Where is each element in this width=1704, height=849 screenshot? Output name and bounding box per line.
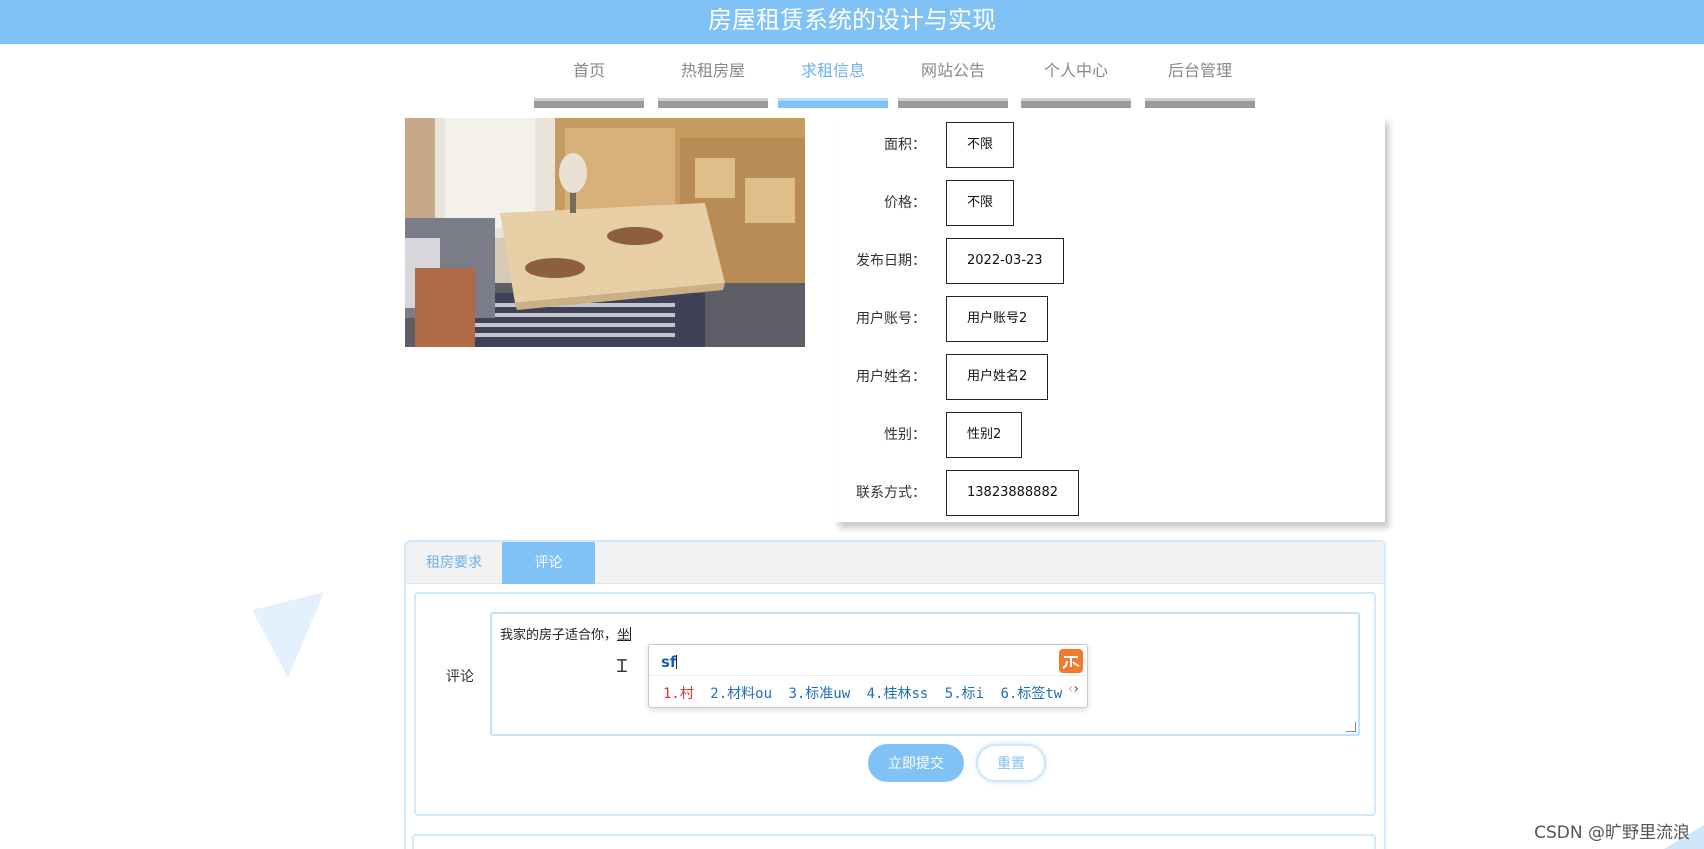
submit-button[interactable]: 立即提交: [868, 744, 964, 782]
ime-next-page-icon[interactable]: ›: [1073, 681, 1079, 697]
main-nav: 首页 热租房屋 求租信息 网站公告 个人中心 后台管理: [0, 56, 1704, 108]
field-user-account: 用户账号： 用户账号2: [835, 296, 1385, 342]
ime-divider: [649, 675, 1087, 676]
nav-item-label: 求租信息: [800, 61, 865, 80]
nav-item-underline: [898, 98, 1008, 108]
nav-item-admin[interactable]: 后台管理: [1145, 56, 1255, 108]
decorative-triangle-icon: [252, 592, 324, 678]
ime-cursor: [676, 655, 678, 669]
nav-item-label: 后台管理: [1167, 61, 1232, 80]
ime-candidate[interactable]: 6.标签tw: [1001, 686, 1063, 702]
nav-item-underline: [778, 98, 888, 108]
field-label: 价格：: [884, 195, 926, 211]
nav-item-underline: [1145, 98, 1255, 108]
nav-item-label: 热租房屋: [680, 61, 745, 80]
ime-candidate[interactable]: 1.村: [663, 686, 694, 702]
resize-handle-icon[interactable]: [1346, 722, 1356, 732]
reset-button[interactable]: 重置: [976, 744, 1046, 782]
field-value: 不限: [946, 180, 1015, 226]
nav-item-profile[interactable]: 个人中心: [1021, 56, 1131, 108]
listing-info-panel: 面积： 不限 价格： 不限 发布日期： 2022-03-23 用户账号： 用户账…: [835, 116, 1385, 522]
watermark: CSDN @旷野里流浪: [1534, 823, 1690, 843]
nav-item-underline: [658, 98, 768, 108]
tab-bar: 租房要求 评论: [406, 542, 1384, 584]
field-label: 性别：: [884, 427, 926, 443]
nav-item-label: 网站公告: [920, 61, 985, 80]
field-label: 联系方式：: [856, 485, 926, 501]
field-label: 用户账号：: [856, 311, 926, 327]
field-contact: 联系方式： 13823888882: [835, 470, 1385, 516]
nav-item-underline: [1021, 98, 1131, 108]
tab-comment[interactable]: 评论: [502, 542, 595, 584]
nav-item-rent-requests[interactable]: 求租信息: [778, 56, 888, 108]
field-price: 价格： 不限: [835, 180, 1385, 226]
field-value: 性别2: [946, 412, 1023, 458]
field-user-name: 用户姓名： 用户姓名2: [835, 354, 1385, 400]
nav-item-announcements[interactable]: 网站公告: [898, 56, 1008, 108]
field-label: 面积：: [884, 137, 926, 153]
text-cursor: [630, 627, 632, 641]
comment-text: 我家的房子适合你，: [500, 628, 618, 643]
comment-composing-text: 坐: [617, 628, 631, 643]
nav-item-label: 首页: [572, 61, 605, 80]
ime-candidate-popup: sf 1.村 2.材料ou 3.标准uw 4.桂林ss 5.标i 6.标签tw …: [648, 644, 1088, 708]
field-value: 13823888882: [946, 470, 1079, 516]
ibeam-cursor-icon: Ɪ: [617, 656, 628, 677]
next-section-card: [412, 834, 1376, 849]
ime-candidate[interactable]: 2.材料ou: [710, 686, 772, 702]
field-value: 用户姓名2: [946, 354, 1049, 400]
ime-candidate[interactable]: 4.桂林ss: [867, 686, 929, 702]
field-label: 发布日期：: [856, 253, 926, 269]
ime-logo-icon[interactable]: [1059, 649, 1083, 673]
site-title: 房屋租赁系统的设计与实现: [708, 6, 996, 34]
ime-composition: sf: [661, 653, 678, 671]
field-publish-date: 发布日期： 2022-03-23: [835, 238, 1385, 284]
ime-candidate[interactable]: 3.标准uw: [788, 686, 850, 702]
nav-item-hot-rentals[interactable]: 热租房屋: [658, 56, 768, 108]
ime-candidate[interactable]: 5.标i: [945, 686, 984, 702]
nav-item-label: 个人中心: [1043, 61, 1108, 80]
comment-label: 评论: [446, 669, 474, 685]
site-header: 房屋租赁系统的设计与实现: [0, 0, 1704, 44]
field-label: 用户姓名：: [856, 369, 926, 385]
ime-candidate-list: 1.村 2.材料ou 3.标准uw 4.桂林ss 5.标i 6.标签tw: [663, 683, 1070, 703]
nav-item-underline: [534, 98, 644, 108]
nav-item-home[interactable]: 首页: [534, 56, 644, 108]
field-value: 2022-03-23: [946, 238, 1064, 284]
listing-photo: [405, 118, 805, 347]
field-value: 不限: [946, 122, 1015, 168]
field-area: 面积： 不限: [835, 122, 1385, 168]
ime-page-arrows: ‹›: [1068, 681, 1079, 697]
field-gender: 性别： 性别2: [835, 412, 1385, 458]
field-value: 用户账号2: [946, 296, 1049, 342]
tab-rent-requirements[interactable]: 租房要求: [406, 542, 502, 584]
